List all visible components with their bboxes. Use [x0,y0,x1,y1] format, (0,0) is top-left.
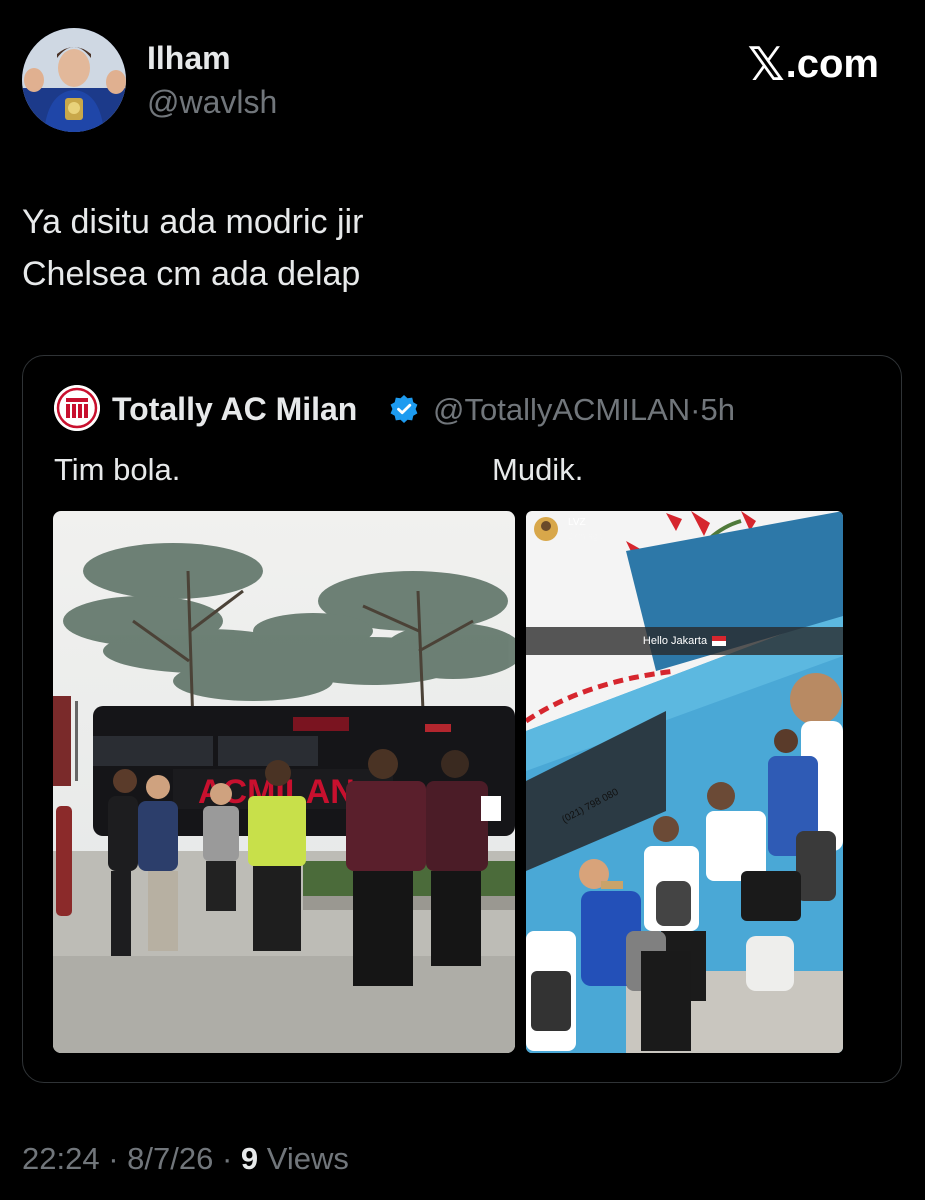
quoted-left-caption: Tim bola. [54,452,181,487]
photo-acmilan-bus[interactable]: ACMILAN [53,511,515,1053]
quoted-handle: @TotallyACMILAN [433,392,691,427]
author-handle[interactable]: @wavlsh [147,84,277,121]
quoted-right-caption: Mudik. [492,452,584,487]
tweet-text: Ya disitu ada modric jir Chelsea cm ada … [22,196,363,300]
indonesia-flag-icon [712,636,727,646]
verified-badge-icon [390,395,418,423]
brand-label: .com [785,41,879,86]
acmilan-bus-photo: ACMILAN [53,511,515,1053]
story-time: 37m ago [568,531,604,541]
story-username: LVZ [568,517,586,528]
dot-separator: · [690,392,701,427]
quoted-author-avatar[interactable] [54,385,100,431]
tweet-date[interactable]: 8/7/26 [127,1141,213,1176]
chelsea-bus-photo: (021) 798 080 [526,511,843,1053]
story-caption-bar: Hello Jakarta [526,627,843,655]
meta-separator: · [213,1141,241,1176]
quoted-handle-time[interactable]: @TotallyACMILAN·5h [433,392,735,428]
quoted-display-name[interactable]: Totally AC Milan [112,391,357,428]
author-display-name[interactable]: Ilham [147,40,231,77]
quoted-time: 5h [700,392,735,427]
profile-photo-avatar-icon [22,28,126,132]
meta-separator: · [99,1141,128,1176]
views-count[interactable]: 9 [241,1141,258,1176]
acmilan-crest-icon [54,385,100,431]
tweet-time[interactable]: 22:24 [22,1141,100,1176]
tweet-screenshot: Ilham @wavlsh 𝕏 .com Ya disitu ada modri… [0,0,925,1200]
tweet-text-line: Ya disitu ada modric jir [22,203,364,241]
tweet-meta: 22:24 · 8/7/26 · 9 Views [22,1141,349,1177]
x-logo-icon: 𝕏 [747,37,785,91]
author-avatar[interactable] [22,28,126,132]
story-caption: Hello Jakarta [642,635,708,647]
views-label: Views [258,1141,349,1176]
photo-chelsea-story[interactable]: (021) 798 080 LVZ 37m ago Hello Jakarta [526,511,843,1053]
tweet-text-line: Chelsea cm ada delap [22,255,361,293]
x-brand: 𝕏 .com [748,37,879,91]
quoted-tweet-card[interactable]: Totally AC Milan @TotallyACMILAN·5h Tim … [22,355,902,1083]
